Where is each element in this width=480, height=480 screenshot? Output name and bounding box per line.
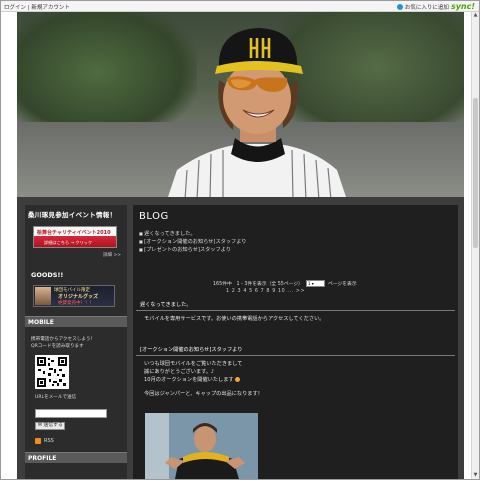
- post-body: モバイルを専用サービスです。お使いの携帯電話からアクセスしてください。: [144, 316, 325, 322]
- account-links: ログイン | 新規アカウント: [4, 3, 70, 11]
- mobile-description: 携帯電話からアクセスしよう！ QRコードを読み取ります: [25, 327, 127, 351]
- post-line: 今回はジャンパーと、キャップの出品になります！: [144, 391, 263, 397]
- post-title[interactable]: 遅くなってきました。: [136, 301, 455, 311]
- register-link[interactable]: 新規アカウント: [31, 5, 70, 11]
- goods-banner-line3: 絶賛発売中！！！: [58, 301, 94, 306]
- post-body: いつも球団モバイルをご覧いただきまして 誠にありがとうございます。♪ 10月のオ…: [136, 356, 455, 402]
- top-bar: ログイン | 新規アカウント お気に入りに追加 sync!: [1, 1, 479, 12]
- pager-suffix: ページを表示: [327, 282, 357, 287]
- header-photo: [17, 12, 464, 197]
- blog-post: 遅くなってきました。 モバイルを専用サービスです。お使いの携帯電話からアクセスし…: [136, 301, 455, 327]
- event-banner[interactable]: 桧舞台チャリティイベント2010 詳細はこちら → クリック: [33, 226, 117, 248]
- blog-main: BLOG 遅くなってきました。 [オークション開催のお知らせ]スタッフより [プ…: [133, 205, 458, 479]
- favorite-icon[interactable]: [396, 3, 403, 10]
- login-link[interactable]: ログイン: [4, 5, 26, 11]
- event-banner-title: 桧舞台チャリティイベント2010: [37, 230, 111, 236]
- more-link[interactable]: 詳細 >>: [25, 248, 127, 258]
- recent-posts-list: 遅くなってきました。 [オークション開催のお知らせ]スタッフより [プレゼントの…: [139, 230, 246, 254]
- pager-summary: 165件中 1 - 3件を表示（全 55ページ）: [213, 282, 303, 287]
- brand-logo[interactable]: sync!: [451, 2, 475, 11]
- sidebar: 桑川琢見参加イベント情報！ 桧舞台チャリティイベント2010 詳細はこちら → …: [25, 205, 127, 479]
- post-line: 誠にありがとうございます。♪: [144, 369, 215, 375]
- recent-post-link[interactable]: [オークション開催のお知らせ]スタッフより: [139, 238, 246, 246]
- goods-thumbnail: [35, 287, 51, 305]
- page-numbers[interactable]: 1 2 3 4 5 6 7 8 9 10 ... >>: [226, 289, 413, 294]
- browser-frame: ログイン | 新規アカウント お気に入りに追加 sync! ▲ ▼ 桑川琢見参加…: [0, 0, 480, 480]
- mobile-header: MOBILE: [25, 316, 127, 327]
- scroll-up-icon[interactable]: ▲: [472, 12, 479, 19]
- mobile-text-2: QRコードを読み取ります: [31, 343, 84, 349]
- send-button-label: 送信する: [43, 422, 63, 428]
- post-photo: [145, 413, 258, 479]
- event-banner-sub: 詳細はこちら → クリック: [44, 240, 93, 245]
- scroll-down-icon[interactable]: ▼: [472, 472, 479, 479]
- goods-banner[interactable]: 球団モバイル限定 オリジナルグッズ 絶賛発売中！！！: [33, 285, 115, 307]
- email-field[interactable]: [35, 409, 107, 419]
- send-button[interactable]: ✉ 送信する: [35, 421, 65, 430]
- blog-post: [オークション開催のお知らせ]スタッフより いつも球団モバイルをご覧いただきまし…: [136, 346, 455, 402]
- blog-title: BLOG: [139, 211, 169, 222]
- rss-icon: [35, 437, 41, 444]
- vertical-scrollbar[interactable]: ▲ ▼: [471, 12, 479, 479]
- goods-header: GOODS!!: [31, 271, 64, 279]
- post-line: いつも球団モバイルをご覧いただきまして: [144, 361, 243, 367]
- recent-post-link[interactable]: 遅くなってきました。: [139, 230, 246, 238]
- url-mail-label: URLをメールで送信: [35, 394, 77, 400]
- link-separator: |: [27, 5, 30, 11]
- scroll-thumb[interactable]: [473, 98, 478, 248]
- page-select[interactable]: 1 ▾: [305, 280, 325, 287]
- profile-header: PROFILE: [25, 451, 127, 463]
- mobile-text-1: 携帯電話からアクセスしよう！: [31, 337, 96, 342]
- pagination: 165件中 1 - 3件を表示（全 55ページ） 1 ▾ ページを表示 1 2 …: [213, 280, 413, 294]
- rss-label: RSS: [44, 437, 54, 444]
- page-content: 桑川琢見参加イベント情報！ 桧舞台チャリティイベント2010 詳細はこちら → …: [17, 12, 464, 479]
- smile-emoji-icon: [235, 377, 241, 382]
- recent-post-link[interactable]: [プレゼントのお知らせ]スタッフより: [139, 246, 246, 254]
- player-image: [168, 28, 346, 197]
- goods-banner-line2: オリジナルグッズ: [58, 294, 99, 300]
- post-line: 10月のオークションを開催いたします: [144, 376, 447, 384]
- rss-link[interactable]: RSS: [25, 430, 127, 444]
- favorite-area: お気に入りに追加 sync!: [396, 2, 475, 11]
- event-header: 桑川琢見参加イベント情報！: [28, 211, 117, 219]
- post-title[interactable]: [オークション開催のお知らせ]スタッフより: [136, 346, 455, 356]
- qr-code: [35, 354, 69, 389]
- favorite-link[interactable]: お気に入りに追加: [405, 3, 449, 11]
